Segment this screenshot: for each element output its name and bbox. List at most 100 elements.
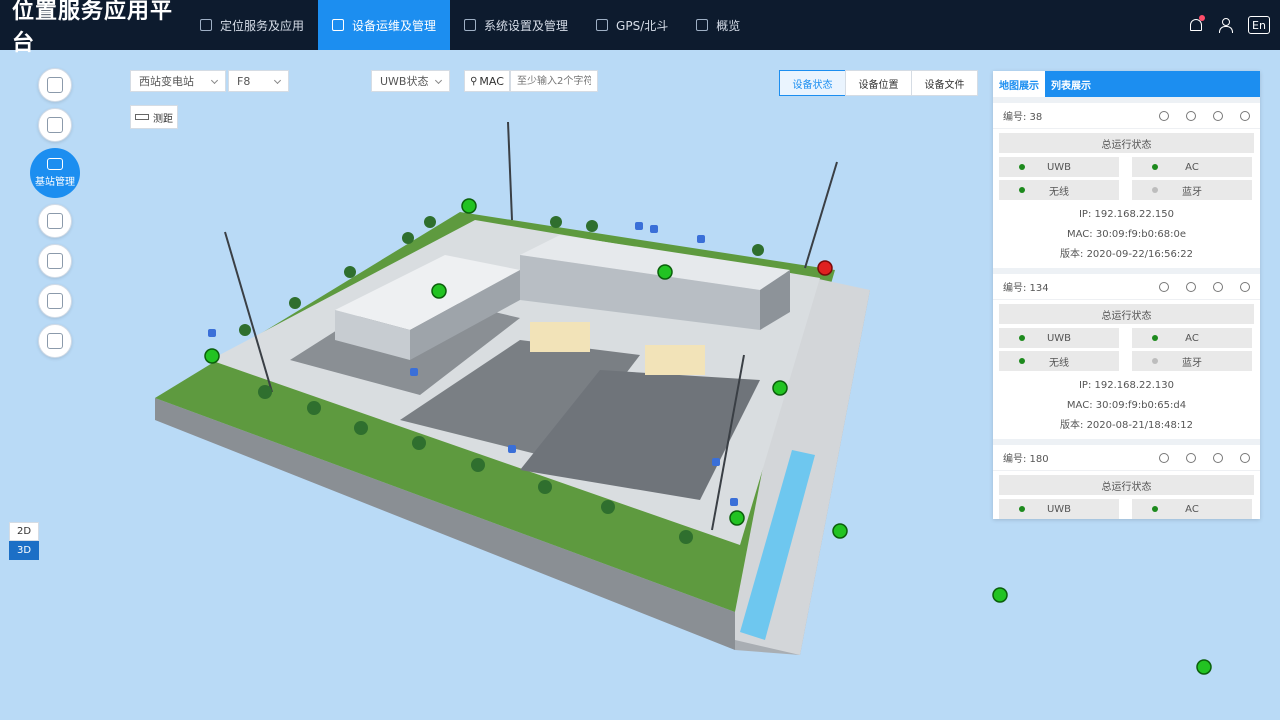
location-icon[interactable] xyxy=(1159,452,1169,463)
tree xyxy=(412,436,426,450)
location-icon[interactable] xyxy=(1159,281,1169,292)
measure-label: 测距 xyxy=(153,113,173,125)
substation-select[interactable]: 西站变电站 xyxy=(130,70,226,92)
substation-value: 西站变电站 xyxy=(139,75,194,88)
dimension-toggle: 2D 3D xyxy=(9,522,39,560)
gear-icon[interactable] xyxy=(1240,281,1250,292)
sidebar-active-label: 基站管理 xyxy=(35,177,75,188)
status-label: UWB xyxy=(1046,503,1072,515)
tree xyxy=(258,385,272,399)
tag-pin xyxy=(650,225,658,233)
left-sidebar: 基站管理 xyxy=(30,68,80,364)
status-bluetooth: 蓝牙 xyxy=(1132,180,1252,200)
main-nav: 定位服务及应用 设备运维及管理 系统设置及管理 GPS/北斗 概览 xyxy=(186,0,754,50)
nav-system-settings[interactable]: 系统设置及管理 xyxy=(450,0,582,50)
device-number: 编号: 38 xyxy=(1003,112,1043,123)
tab-device-status[interactable]: 设备状态 xyxy=(779,70,846,96)
bell-icon[interactable] xyxy=(1188,15,1205,32)
view-2d-button[interactable]: 2D xyxy=(9,522,39,541)
station-marker-online[interactable] xyxy=(772,380,788,396)
location-pin-icon xyxy=(47,213,63,229)
tab-map-display[interactable]: 地图展示 xyxy=(993,71,1045,97)
device-info: IP: 192.168.22.130 MAC: 30:09:f9:b0:65:d… xyxy=(999,371,1254,439)
nav-label: GPS/北斗 xyxy=(616,18,669,33)
measure-distance-button[interactable]: 测距 xyxy=(130,105,178,129)
transformer-1 xyxy=(530,322,590,352)
satellite-icon xyxy=(596,19,609,31)
overall-status-title: 总运行状态 xyxy=(999,133,1254,153)
status-ac: AC xyxy=(1132,499,1252,519)
device-card-body: 总运行状态 UWB AC 无线 蓝牙 IP: 192.168.22.150 MA… xyxy=(993,129,1260,268)
sidebar-personnel[interactable] xyxy=(38,244,72,278)
status-led xyxy=(1019,335,1025,341)
document-icon xyxy=(332,19,345,31)
status-label: UWB xyxy=(1046,332,1072,344)
refresh-icon[interactable] xyxy=(1213,452,1223,463)
tab-list-display[interactable]: 列表展示 xyxy=(1045,71,1097,97)
refresh-icon[interactable] xyxy=(1213,281,1223,292)
status-led xyxy=(1152,506,1158,512)
settings-grid-icon xyxy=(464,19,477,31)
sidebar-base-station-management[interactable]: 基站管理 xyxy=(30,148,80,198)
pin-icon[interactable] xyxy=(1186,452,1196,463)
sidebar-settings[interactable] xyxy=(38,324,72,358)
station-marker-online[interactable] xyxy=(461,198,477,214)
chevron-down-icon xyxy=(434,76,443,85)
nav-device-ops[interactable]: 设备运维及管理 xyxy=(318,0,451,50)
status-label: 无线 xyxy=(1049,357,1069,369)
panel-tabs: 地图展示 列表展示 xyxy=(993,71,1260,97)
status-uwb: UWB xyxy=(999,499,1119,519)
tab-device-files[interactable]: 设备文件 xyxy=(911,70,978,96)
location-icon[interactable] xyxy=(1159,110,1169,121)
status-led xyxy=(1019,506,1025,512)
view-3d-button[interactable]: 3D xyxy=(9,541,39,560)
station-marker-offline[interactable] xyxy=(817,260,833,276)
uwb-status-select[interactable]: UWB状态 xyxy=(371,70,450,92)
pin-icon[interactable] xyxy=(1186,110,1196,121)
sidebar-user-management[interactable] xyxy=(38,68,72,102)
tag-pin xyxy=(508,445,516,453)
sidebar-location[interactable] xyxy=(38,204,72,238)
nav-overview[interactable]: 概览 xyxy=(682,0,754,50)
pin-icon[interactable] xyxy=(1186,281,1196,292)
device-number: 编号: 180 xyxy=(1003,454,1049,465)
nav-location-services[interactable]: 定位服务及应用 xyxy=(186,0,318,50)
status-led xyxy=(1019,187,1025,193)
station-marker-online[interactable] xyxy=(729,510,745,526)
floor-value: F8 xyxy=(237,74,251,88)
station-marker-online[interactable] xyxy=(992,587,1008,603)
tag-pin xyxy=(730,498,738,506)
status-label: 蓝牙 xyxy=(1182,357,1202,369)
overall-status-title: 总运行状态 xyxy=(999,475,1254,495)
overall-status-title: 总运行状态 xyxy=(999,304,1254,324)
sidebar-tag-management[interactable] xyxy=(38,108,72,142)
station-marker-online[interactable] xyxy=(657,264,673,280)
language-toggle[interactable]: En xyxy=(1248,16,1270,34)
mac-search-label: ⚲ MAC xyxy=(464,70,510,92)
nav-gps-beidou[interactable]: GPS/北斗 xyxy=(582,0,682,50)
station-marker-online[interactable] xyxy=(832,523,848,539)
sidebar-edit[interactable] xyxy=(38,284,72,318)
nav-label: 定位服务及应用 xyxy=(220,18,305,33)
tab-device-location[interactable]: 设备位置 xyxy=(845,70,912,96)
gear-icon[interactable] xyxy=(1240,452,1250,463)
status-label: UWB xyxy=(1046,161,1072,173)
status-ac: AC xyxy=(1132,157,1252,177)
user-icon[interactable] xyxy=(1218,18,1233,33)
station-marker-online[interactable] xyxy=(204,348,220,364)
refresh-icon[interactable] xyxy=(1213,110,1223,121)
nav-label: 概览 xyxy=(716,18,741,33)
device-info: IP: 192.168.22.150 MAC: 30:09:f9:b0:68:0… xyxy=(999,200,1254,268)
station-marker-online[interactable] xyxy=(431,283,447,299)
tree xyxy=(538,480,552,494)
gear-icon[interactable] xyxy=(1240,110,1250,121)
device-card: 编号: 134 总运行状态 UWB AC 无线 蓝牙 IP: 192.168.2… xyxy=(993,268,1260,439)
transformer-2 xyxy=(645,345,705,375)
tree xyxy=(289,297,301,309)
nav-label: 系统设置及管理 xyxy=(484,18,569,33)
floor-select[interactable]: F8 xyxy=(228,70,289,92)
station-marker-online[interactable] xyxy=(1196,659,1212,675)
router-icon xyxy=(47,158,63,170)
mac-search-input[interactable] xyxy=(510,70,598,92)
mac-label-text: MAC xyxy=(479,74,504,88)
